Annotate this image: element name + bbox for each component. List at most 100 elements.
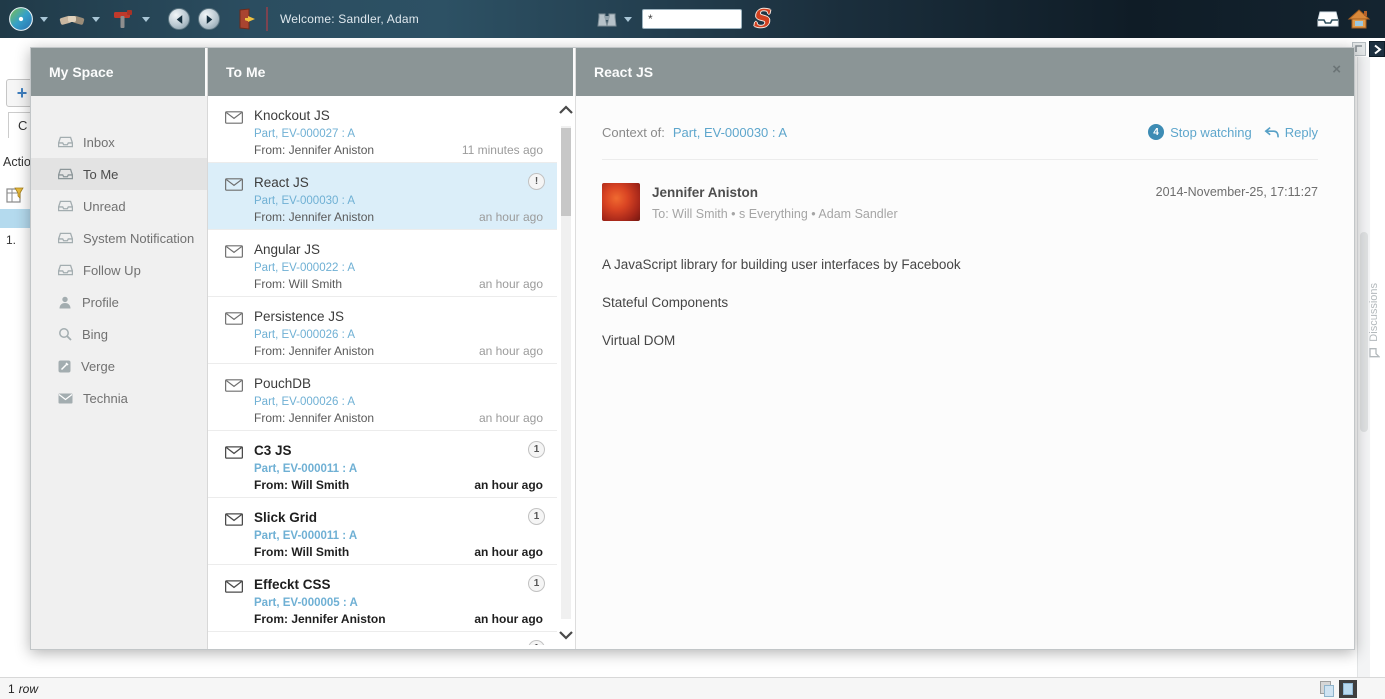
message-body: A JavaScript library for building user i… [602, 257, 1318, 348]
reply-arrow-icon [1264, 126, 1279, 139]
message-context-ref[interactable]: Part, EV-000030 : A [254, 195, 543, 207]
sidebar-item-unread[interactable]: Unread [31, 190, 207, 222]
list-item-persistence-js[interactable]: Persistence JS Part, EV-000026 : A From:… [208, 297, 557, 364]
unread-count-badge: 1 [528, 441, 545, 458]
advanced-search-button[interactable] [596, 8, 618, 30]
home-button[interactable] [1347, 8, 1371, 30]
reply-button[interactable]: Reply [1285, 125, 1318, 140]
sidebar-item-label: System Notification [83, 231, 194, 246]
compass-app-icon[interactable] [8, 6, 34, 32]
unread-count-badge: 1 [528, 640, 545, 645]
sidebar-item-verge[interactable]: Verge [31, 350, 207, 382]
forward-button[interactable] [198, 8, 220, 30]
tools-menu-button[interactable] [110, 7, 136, 31]
sidebar-item-label: Technia [83, 391, 128, 406]
status-row-count: 1 [8, 682, 15, 696]
list-item-slick-grid[interactable]: Slick Grid Part, EV-000011 : A From: Wil… [208, 498, 557, 565]
search-input[interactable] [642, 9, 742, 29]
person-icon [58, 296, 72, 309]
envelope-icon [225, 580, 243, 593]
back-button[interactable] [168, 8, 190, 30]
message-context-ref[interactable]: Part, EV-000026 : A [254, 329, 543, 341]
sidebar-item-label: Bing [82, 327, 108, 342]
message-from: From: Jennifer Aniston [254, 143, 374, 157]
unread-count-badge: 1 [528, 575, 545, 592]
message-time: an hour ago [479, 277, 543, 291]
watcher-count-badge: 4 [1148, 124, 1164, 140]
sidebar-item-follow-up[interactable]: Follow Up [31, 254, 207, 286]
message-title: Persistence JS [254, 310, 543, 325]
collaborate-handshake-button[interactable] [58, 8, 86, 30]
message-from: From: Will Smith [254, 478, 349, 492]
sidebar-item-bing[interactable]: Bing [31, 318, 207, 350]
unread-count-badge: 1 [528, 508, 545, 525]
welcome-text: Welcome: Sandler, Adam [280, 12, 419, 26]
inbox-tray-button[interactable] [1317, 10, 1339, 28]
top-toolbar: Welcome: Sandler, Adam S [0, 0, 1385, 38]
sidebar-item-technia[interactable]: Technia [31, 382, 207, 414]
sidebar-item-label: To Me [83, 167, 118, 182]
myspace-panel-title: My Space [31, 48, 207, 96]
inbox-tray-icon [58, 136, 73, 148]
scroll-up-icon[interactable] [558, 105, 574, 115]
sidebar-item-label: Unread [83, 199, 126, 214]
message-paragraph: Stateful Components [602, 295, 1318, 310]
message-time: an hour ago [479, 344, 543, 358]
page-scrollbar-thumb[interactable] [1360, 232, 1368, 432]
row-index: 1. [6, 233, 16, 247]
message-from: From: Will Smith [254, 545, 349, 559]
layout-windows-icon[interactable] [1320, 681, 1335, 697]
exit-door-icon [234, 7, 258, 31]
maximize-view-icon[interactable] [1339, 680, 1357, 698]
message-context-ref[interactable]: Part, EV-000005 : A [254, 597, 543, 609]
sidebar-item-to-me[interactable]: To Me [31, 158, 207, 190]
chevron-right-icon [1373, 44, 1382, 55]
list-scrollbar[interactable] [557, 96, 575, 649]
list-item-pouchdb[interactable]: PouchDB Part, EV-000026 : A From: Jennif… [208, 364, 557, 431]
message-from: From: Will Smith [254, 277, 342, 291]
list-item-effeckt-css[interactable]: Effeckt CSS Part, EV-000005 : A From: Je… [208, 565, 557, 632]
chevron-down-icon[interactable] [624, 17, 632, 22]
chevron-down-icon[interactable] [40, 17, 48, 22]
discussions-side-tab[interactable]: Discussions [1368, 283, 1380, 359]
list-item-c3-js[interactable]: C3 JS Part, EV-000011 : A From: Will Smi… [208, 431, 557, 498]
message-context-ref[interactable]: Part, EV-000026 : A [254, 396, 543, 408]
search-icon [58, 327, 72, 341]
message-context-ref[interactable]: Part, EV-000027 : A [254, 128, 543, 140]
message-time: an hour ago [474, 545, 543, 559]
inbox-tray-icon [58, 168, 73, 180]
close-icon[interactable]: × [1332, 62, 1341, 77]
inbox-tray-icon [58, 200, 73, 212]
background-selected-row [0, 209, 30, 228]
page-scrollbar[interactable] [1357, 57, 1370, 677]
scroll-down-icon[interactable] [558, 630, 574, 640]
stop-watching-button[interactable]: Stop watching [1170, 125, 1252, 140]
handshake-icon [58, 8, 86, 30]
chevron-down-icon[interactable] [92, 17, 100, 22]
sidebar-item-system-notification[interactable]: System Notification [31, 222, 207, 254]
logout-button[interactable] [234, 7, 258, 31]
envelope-icon [225, 312, 243, 325]
chevron-down-icon[interactable] [142, 17, 150, 22]
list-item-react-js[interactable]: React JS Part, EV-000030 : A From: Jenni… [208, 163, 557, 230]
s-brand-logo[interactable]: S [754, 7, 771, 31]
list-item-angular-js[interactable]: Angular JS Part, EV-000022 : A From: Wil… [208, 230, 557, 297]
actions-column-header: Actio [3, 155, 33, 169]
message-context-ref[interactable]: Part, EV-000011 : A [254, 530, 543, 542]
status-row-unit: row [19, 682, 38, 696]
sidebar-item-profile[interactable]: Profile [31, 286, 207, 318]
list-item-partial[interactable]: 1 [208, 632, 557, 645]
list-item-knockout-js[interactable]: Knockout JS Part, EV-000027 : A From: Je… [208, 96, 557, 163]
message-context-ref[interactable]: Part, EV-000022 : A [254, 262, 543, 274]
message-paragraph: A JavaScript library for building user i… [602, 257, 1318, 272]
sidebar-item-inbox[interactable]: Inbox [31, 126, 207, 158]
expand-panel-button[interactable] [1369, 41, 1385, 57]
list-scrollbar-thumb[interactable] [561, 128, 571, 216]
message-author[interactable]: Jennifer Aniston [652, 185, 758, 200]
toolbar-divider [266, 7, 268, 31]
filter-table-icon[interactable] [5, 185, 25, 210]
envelope-icon [225, 513, 243, 526]
context-object-link[interactable]: Part, EV-000030 : A [673, 125, 787, 140]
arrow-right-icon [204, 14, 215, 25]
message-context-ref[interactable]: Part, EV-000011 : A [254, 463, 543, 475]
